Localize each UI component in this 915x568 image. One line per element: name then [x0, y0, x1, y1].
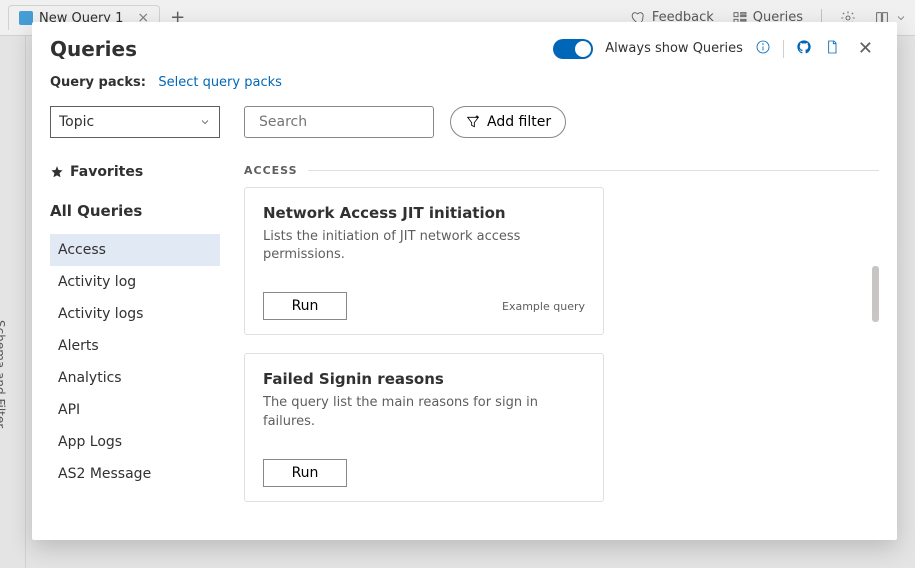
info-button[interactable] [755, 39, 771, 59]
category-item[interactable]: AS2 Message [50, 458, 220, 490]
info-icon [755, 39, 771, 55]
run-button[interactable]: Run [263, 459, 347, 487]
category-item[interactable]: API [50, 394, 220, 426]
all-queries-header[interactable]: All Queries [50, 202, 220, 220]
search-box[interactable] [244, 106, 434, 138]
github-icon [796, 39, 812, 55]
topic-dropdown[interactable]: Topic [50, 106, 220, 138]
divider [783, 40, 784, 58]
star-icon [50, 165, 64, 179]
queries-modal: Queries Always show Queries ✕ Query pack… [32, 22, 897, 540]
category-item[interactable]: Activity log [50, 266, 220, 298]
select-query-packs-link[interactable]: Select query packs [158, 75, 282, 90]
github-link[interactable] [796, 39, 812, 59]
docs-link[interactable] [824, 39, 840, 59]
category-item[interactable]: App Logs [50, 426, 220, 458]
query-card: Network Access JIT initiation Lists the i… [244, 187, 604, 335]
always-show-label: Always show Queries [605, 41, 743, 56]
filter-add-icon [465, 114, 481, 130]
modal-title: Queries [50, 37, 137, 61]
category-item[interactable]: Alerts [50, 330, 220, 362]
document-icon [824, 39, 840, 55]
right-column: Add filter ACCESS Network Access JIT ini… [244, 106, 879, 540]
always-show-toggle[interactable] [553, 39, 593, 59]
query-packs-row: Query packs: Select query packs [32, 69, 897, 106]
card-tag: Example query [502, 300, 585, 313]
packs-label: Query packs: [50, 75, 146, 90]
query-card: Failed Signin reasons The query list the … [244, 353, 604, 501]
modal-header: Queries Always show Queries ✕ [32, 22, 897, 69]
query-cards: Network Access JIT initiation Lists the i… [244, 187, 879, 502]
section-header: ACCESS [244, 164, 879, 177]
card-description: The query list the main reasons for sign… [263, 394, 585, 430]
run-button[interactable]: Run [263, 292, 347, 320]
category-item[interactable]: Analytics [50, 362, 220, 394]
card-description: Lists the initiation of JIT network acce… [263, 228, 585, 264]
left-column: Topic Favorites All Queries AccessActivi… [50, 106, 220, 540]
chevron-down-icon [199, 114, 211, 130]
scrollbar[interactable] [872, 266, 879, 322]
search-input[interactable] [259, 114, 433, 130]
category-item[interactable]: Activity logs [50, 298, 220, 330]
close-modal-button[interactable]: ✕ [852, 36, 879, 61]
category-list: AccessActivity logActivity logsAlertsAna… [50, 234, 220, 490]
category-item[interactable]: Access [50, 234, 220, 266]
favorites-header[interactable]: Favorites [50, 164, 220, 180]
card-title: Failed Signin reasons [263, 370, 585, 388]
add-filter-button[interactable]: Add filter [450, 106, 566, 138]
card-title: Network Access JIT initiation [263, 204, 585, 222]
